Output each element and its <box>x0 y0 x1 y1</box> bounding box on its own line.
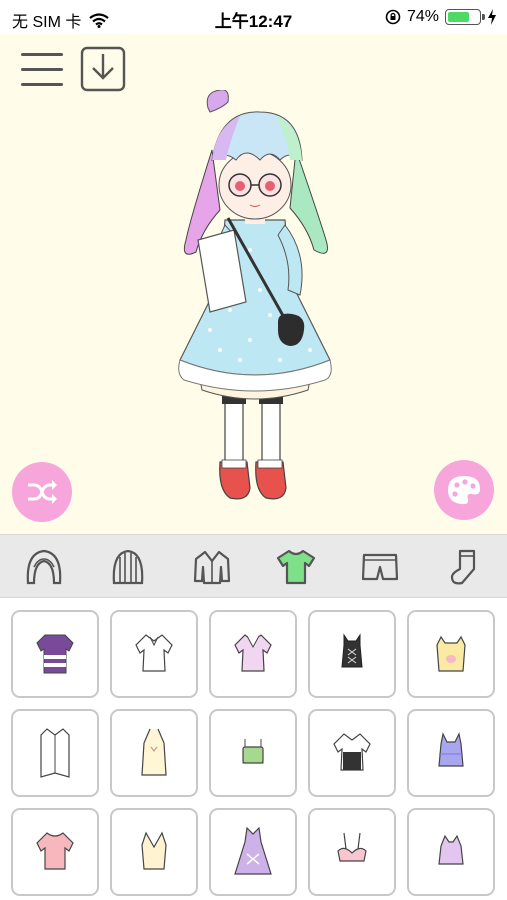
white-long-shirt-icon <box>40 728 70 778</box>
yellow-bunny-cami-icon <box>436 635 466 672</box>
category-hat[interactable] <box>106 545 150 589</box>
green-tube-top-icon <box>242 739 264 764</box>
battery-percent: 74% <box>406 8 439 25</box>
shuffle-button[interactable] <box>12 462 72 522</box>
item-card[interactable] <box>407 709 495 797</box>
items-grid <box>0 598 507 900</box>
category-top[interactable] <box>274 545 318 589</box>
orientation-lock-icon <box>385 9 401 25</box>
category-jacket[interactable] <box>190 545 234 589</box>
item-card[interactable] <box>110 610 198 698</box>
purple-gingham-cami-icon <box>438 732 464 767</box>
lilac-crop-top-icon <box>438 834 464 865</box>
item-card[interactable] <box>209 808 297 896</box>
striped-purple-tee-icon <box>36 634 74 674</box>
item-card[interactable] <box>11 808 99 896</box>
item-card[interactable] <box>209 709 297 797</box>
pink-tee-icon <box>36 832 74 870</box>
item-card[interactable] <box>308 610 396 698</box>
status-right: 74% <box>385 8 497 26</box>
item-card[interactable] <box>407 808 495 896</box>
white-blouse-icon <box>135 634 173 672</box>
battery-level <box>448 12 469 22</box>
cream-halter-dress-top-icon <box>141 831 167 870</box>
shuffle-icon <box>28 480 57 504</box>
item-card[interactable] <box>110 808 198 896</box>
black-white-corset-shirt-icon <box>333 733 371 771</box>
item-card[interactable] <box>110 709 198 797</box>
item-card[interactable] <box>308 709 396 797</box>
item-card[interactable] <box>11 709 99 797</box>
hair-icon <box>26 549 62 585</box>
hamburger-menu-icon <box>21 53 63 86</box>
download-icon <box>80 46 126 92</box>
category-bar <box>0 534 507 598</box>
hat-icon <box>112 549 144 585</box>
tshirt-icon <box>276 549 316 585</box>
lilac-dress-top-icon <box>234 826 272 875</box>
status-bar: 无 SIM 卡 上午12:47 74% <box>0 0 507 34</box>
item-card[interactable] <box>209 610 297 698</box>
jacket-icon <box>193 550 231 585</box>
item-card[interactable] <box>308 808 396 896</box>
sock-icon <box>450 549 476 585</box>
lavender-blouse-icon <box>234 634 272 672</box>
palette-icon <box>448 476 480 505</box>
black-corset-top-icon <box>341 633 363 668</box>
palette-button[interactable] <box>434 460 494 520</box>
category-hair[interactable] <box>22 545 66 589</box>
cream-halter-top-icon <box>141 728 167 776</box>
pink-bikini-top-icon <box>337 832 367 862</box>
battery-icon <box>445 9 485 25</box>
character-doll <box>178 90 332 500</box>
shorts-icon <box>361 553 399 581</box>
menu-button[interactable] <box>20 50 64 90</box>
category-socks[interactable] <box>442 545 486 589</box>
item-card[interactable] <box>407 610 495 698</box>
category-bottom[interactable] <box>358 545 402 589</box>
item-card[interactable] <box>11 610 99 698</box>
character-stage <box>0 34 507 534</box>
download-button[interactable] <box>80 46 126 92</box>
charging-bolt-icon <box>488 9 496 25</box>
